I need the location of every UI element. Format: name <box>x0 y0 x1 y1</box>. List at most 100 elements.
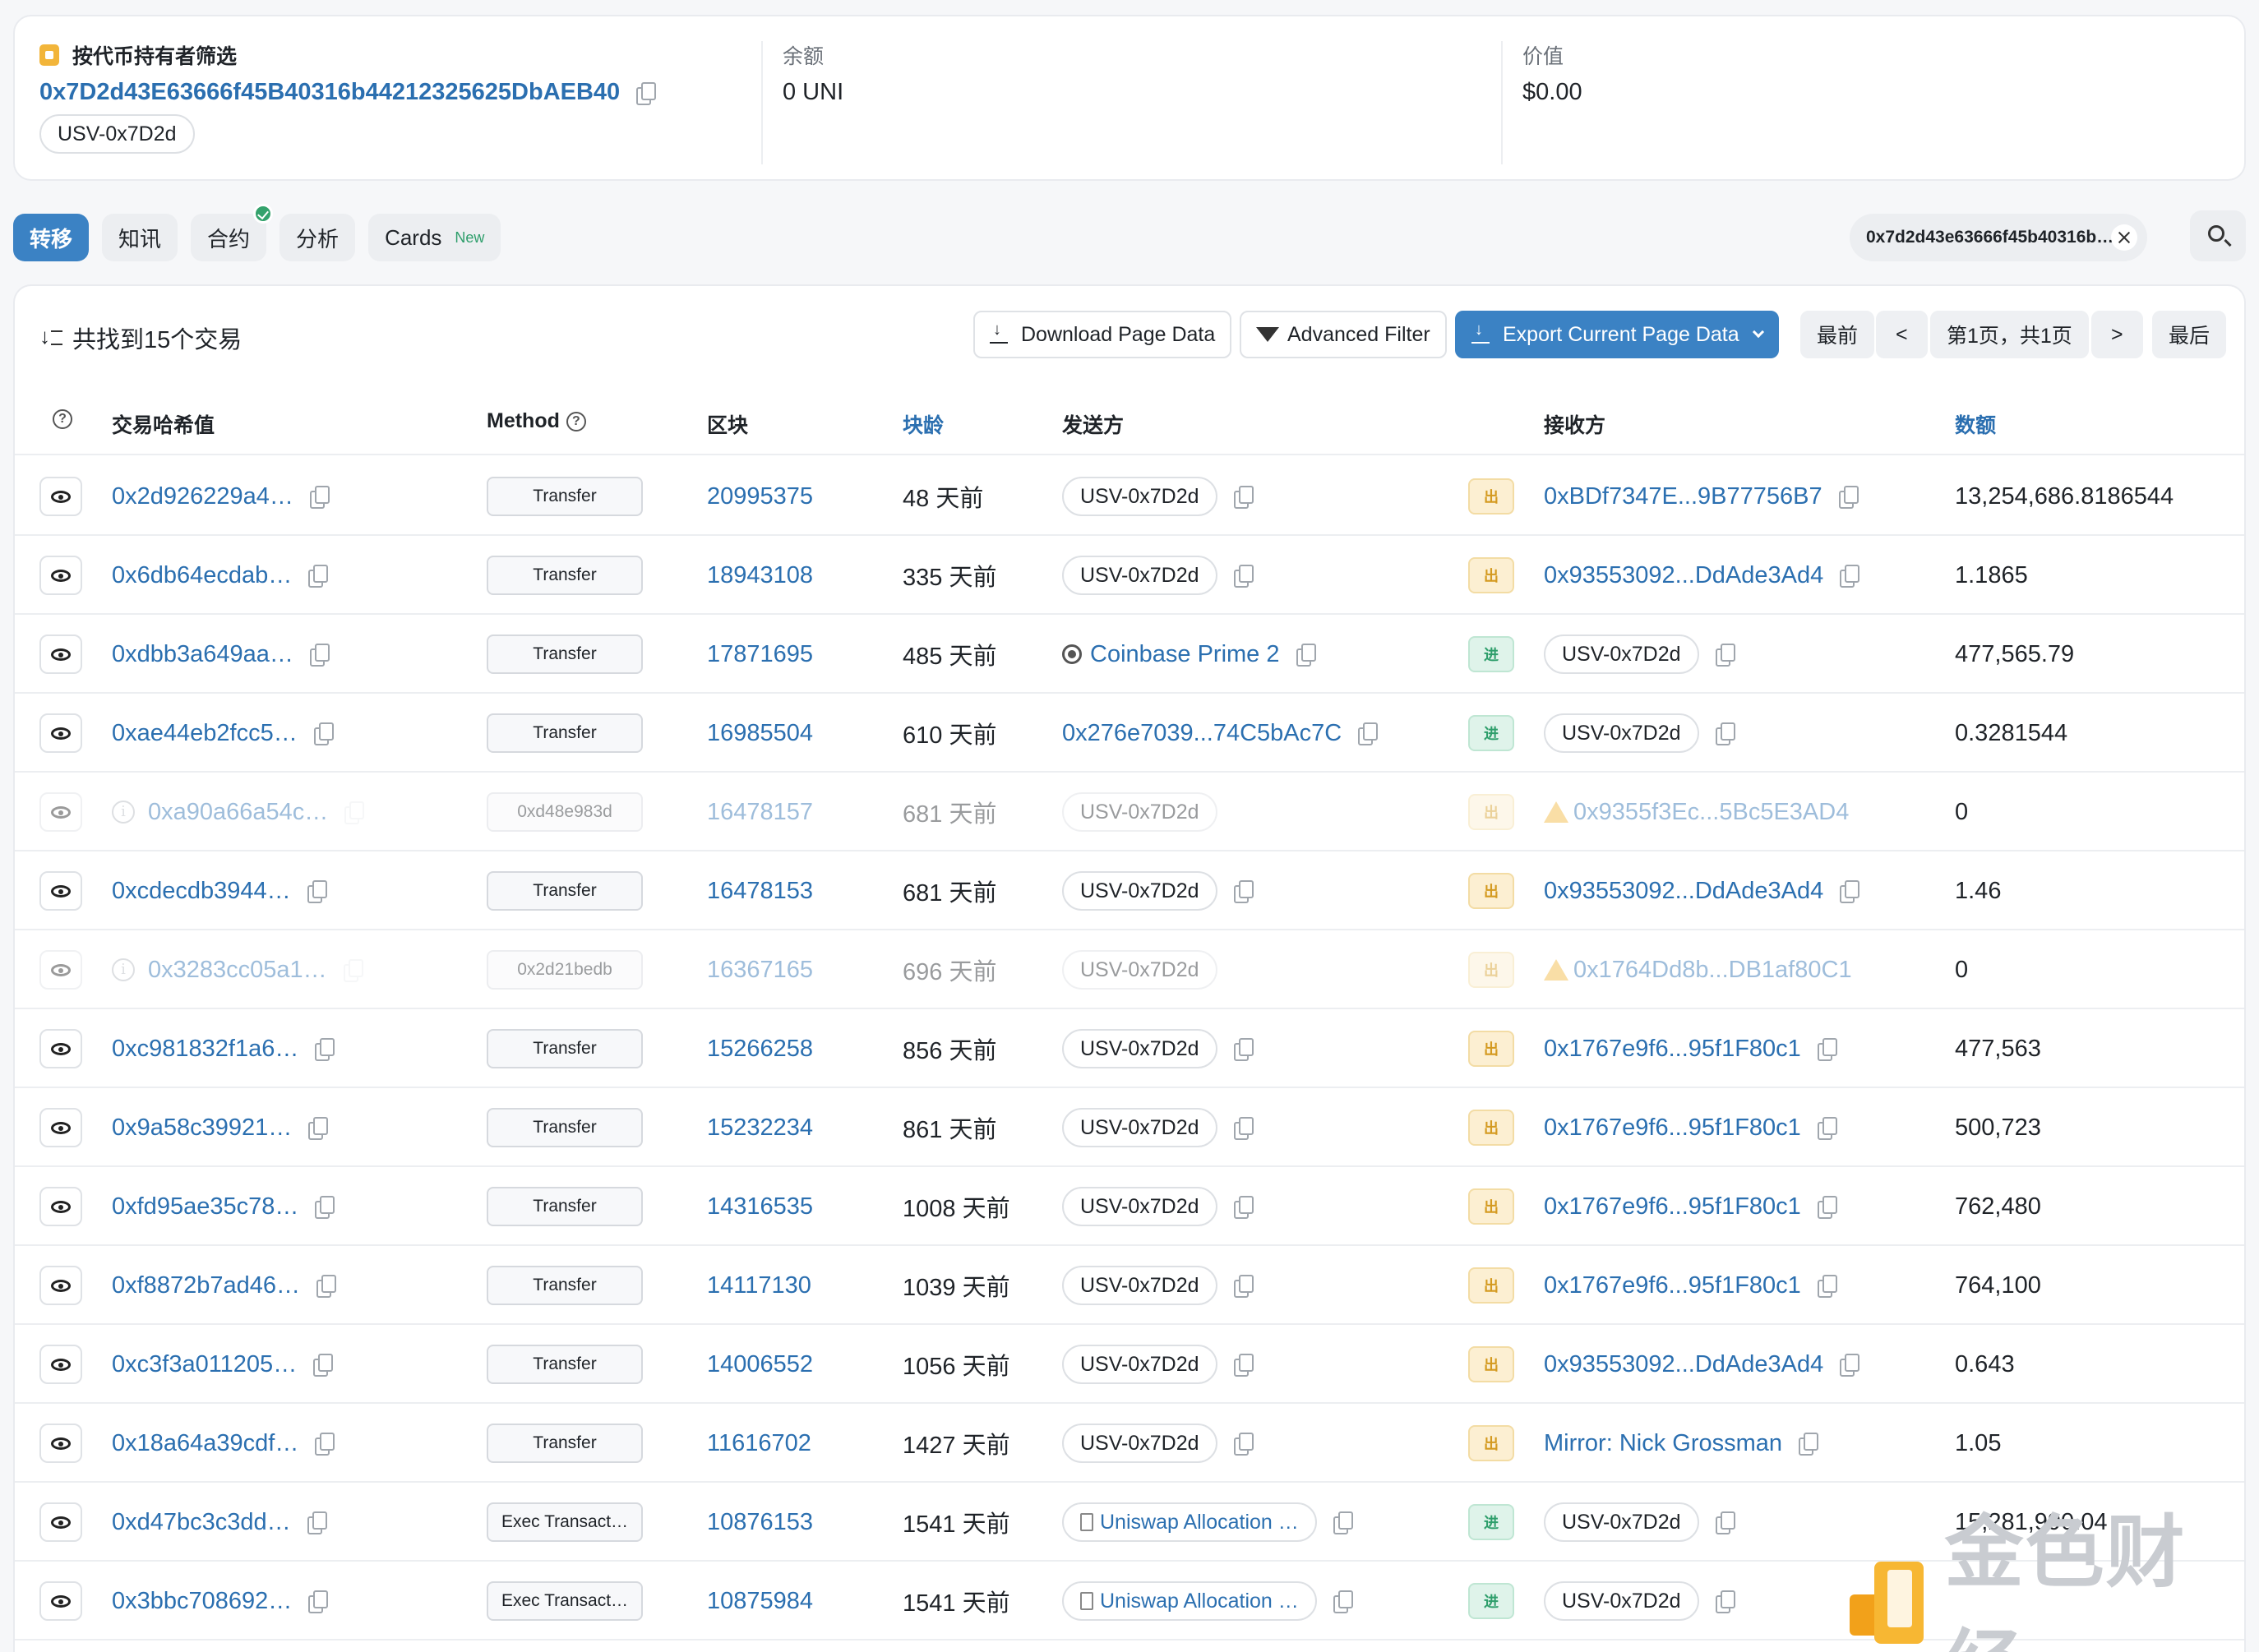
view-details-button[interactable] <box>39 1502 82 1542</box>
block-link[interactable]: 11616702 <box>707 1430 811 1457</box>
from-address-tag[interactable]: USV-0x7D2d <box>1062 792 1217 832</box>
copy-icon[interactable] <box>1817 1196 1837 1219</box>
block-link[interactable]: 16478153 <box>707 878 813 905</box>
copy-icon[interactable] <box>313 722 334 745</box>
from-address-tag[interactable]: USV-0x7D2d <box>1062 556 1217 595</box>
help-icon[interactable]: ? <box>566 411 586 431</box>
copy-icon[interactable] <box>308 565 329 588</box>
info-icon[interactable]: i <box>112 958 135 981</box>
copy-icon[interactable] <box>307 1511 327 1534</box>
next-page-button[interactable]: > <box>2091 311 2143 358</box>
holder-address-text[interactable]: 0x7D2d43E63666f45B40316b44212325625DbAEB… <box>39 79 620 106</box>
download-page-data-button[interactable]: Download Page Data <box>973 311 1232 358</box>
tx-hash-link[interactable]: 0x9a58c39921… <box>112 1114 292 1142</box>
to-address-link[interactable]: 0x1767e9f6...95f1F80c1 <box>1544 1272 1801 1299</box>
copy-icon[interactable] <box>1715 1511 1735 1534</box>
view-details-button[interactable] <box>39 1424 82 1463</box>
copy-icon[interactable] <box>1233 486 1254 509</box>
block-link[interactable]: 15266258 <box>707 1036 813 1063</box>
copy-icon[interactable] <box>1715 1590 1735 1613</box>
to-address-link[interactable]: 0x1767e9f6...95f1F80c1 <box>1544 1036 1801 1063</box>
copy-icon[interactable] <box>1333 1511 1353 1534</box>
copy-icon[interactable] <box>1233 1354 1254 1377</box>
to-address-link[interactable]: Mirror: Nick Grossman <box>1544 1430 1782 1457</box>
tx-hash-link[interactable]: 0x6db64ecdab… <box>112 562 292 589</box>
from-address-link[interactable]: 0x276e7039...74C5bAc7C <box>1062 720 1342 747</box>
from-address-tag[interactable]: USV-0x7D2d <box>1062 1424 1217 1463</box>
block-link[interactable]: 15232234 <box>707 1114 813 1142</box>
tab-cards[interactable]: Cards New <box>368 214 501 261</box>
view-details-button[interactable] <box>39 1266 82 1305</box>
copy-icon[interactable] <box>1358 722 1379 745</box>
tab-info[interactable]: 知讯 <box>102 214 178 261</box>
copy-icon[interactable] <box>1840 1354 1860 1377</box>
tx-hash-link[interactable]: 0x18a64a39cdf… <box>112 1430 298 1457</box>
to-address-warning[interactable]: 0x1764Dd8b...DB1af80C1 <box>1544 957 1852 984</box>
to-address-link[interactable]: 0x93553092...DdAde3Ad4 <box>1544 562 1823 589</box>
tx-hash-link[interactable]: 0x2d926229a4… <box>112 483 293 510</box>
copy-icon[interactable] <box>316 1275 336 1298</box>
view-details-button[interactable] <box>39 477 82 516</box>
from-address-tag[interactable]: USV-0x7D2d <box>1062 1187 1217 1226</box>
address-filter-chip[interactable]: 0x7d2d43e63666f45b40316b… <box>1850 214 2147 261</box>
copy-icon[interactable] <box>1817 1117 1837 1140</box>
copy-icon[interactable] <box>1233 565 1254 588</box>
tx-hash-link[interactable]: 0xf8872b7ad46… <box>112 1272 300 1299</box>
tx-hash-link[interactable]: 0xa90a66a54c… <box>148 799 328 826</box>
to-address-link[interactable]: 0x93553092...DdAde3Ad4 <box>1544 1351 1823 1378</box>
tx-hash-link[interactable]: 0x3bbc708692… <box>112 1588 292 1615</box>
copy-icon[interactable] <box>1817 1275 1837 1298</box>
from-contract-tag[interactable]: Uniswap Allocation … <box>1062 1502 1317 1542</box>
copy-icon[interactable] <box>1715 644 1735 667</box>
from-address-tag[interactable]: USV-0x7D2d <box>1062 1345 1217 1384</box>
col-age[interactable]: 块龄 <box>903 409 944 439</box>
block-link[interactable]: 16985504 <box>707 720 813 747</box>
from-contract-tag[interactable]: Uniswap Allocation … <box>1062 1581 1317 1621</box>
to-address-link[interactable]: 0x1767e9f6...95f1F80c1 <box>1544 1193 1801 1221</box>
to-address-text[interactable]: 0x1764Dd8b...DB1af80C1 <box>1573 957 1852 984</box>
tx-hash-link[interactable]: 0xc981832f1a6… <box>112 1036 298 1063</box>
advanced-filter-button[interactable]: Advanced Filter <box>1240 311 1447 358</box>
to-address-link[interactable]: 0x1767e9f6...95f1F80c1 <box>1544 1114 1801 1142</box>
first-page-button[interactable]: 最前 <box>1800 311 1875 358</box>
tab-analytics[interactable]: 分析 <box>279 214 356 261</box>
block-link[interactable]: 14006552 <box>707 1351 813 1378</box>
close-icon[interactable] <box>2111 224 2137 251</box>
tx-hash-link[interactable]: 0xdbb3a649aa… <box>112 641 293 668</box>
copy-icon[interactable] <box>1233 1117 1254 1140</box>
view-details-button[interactable] <box>39 634 82 674</box>
tx-hash-link[interactable]: 0xcdecdb3944… <box>112 878 291 905</box>
copy-icon[interactable] <box>315 1433 335 1456</box>
to-address-link[interactable]: 0x93553092...DdAde3Ad4 <box>1544 878 1823 905</box>
view-details-button[interactable] <box>39 1108 82 1147</box>
from-address-tag[interactable]: USV-0x7D2d <box>1062 1266 1217 1305</box>
block-link[interactable]: 10875984 <box>707 1588 813 1615</box>
to-address-tag[interactable]: USV-0x7D2d <box>1544 634 1699 674</box>
last-page-button[interactable]: 最后 <box>2152 311 2227 358</box>
info-icon[interactable]: i <box>112 801 135 824</box>
copy-icon[interactable] <box>1333 1590 1353 1613</box>
prev-page-button[interactable]: < <box>1876 311 1928 358</box>
to-address-tag[interactable]: USV-0x7D2d <box>1544 713 1699 753</box>
copy-icon[interactable] <box>636 81 657 105</box>
copy-icon[interactable] <box>309 644 330 667</box>
view-details-button[interactable] <box>39 1029 82 1068</box>
tx-hash-link[interactable]: 0x3283cc05a1… <box>148 957 327 984</box>
copy-icon[interactable] <box>308 1590 329 1613</box>
block-link[interactable]: 14316535 <box>707 1193 813 1221</box>
copy-icon[interactable] <box>1233 1275 1254 1298</box>
copy-icon[interactable] <box>1840 565 1860 588</box>
from-address-tag[interactable]: USV-0x7D2d <box>1062 871 1217 911</box>
col-amount[interactable]: 数额 <box>1955 409 1996 439</box>
from-address-tag[interactable]: USV-0x7D2d <box>1062 1029 1217 1068</box>
copy-icon[interactable] <box>1233 1196 1254 1219</box>
view-details-button[interactable] <box>39 1581 82 1621</box>
to-address-tag[interactable]: USV-0x7D2d <box>1544 1502 1699 1542</box>
copy-icon[interactable] <box>307 880 327 903</box>
block-link[interactable]: 20995375 <box>707 483 813 510</box>
tx-hash-link[interactable]: 0xfd95ae35c78… <box>112 1193 298 1221</box>
copy-icon[interactable] <box>1817 1038 1837 1061</box>
sort-icon[interactable] <box>39 324 64 349</box>
tab-transfers[interactable]: 转移 <box>13 214 90 261</box>
to-address-link[interactable]: 0xBDf7347E...9B77756B7 <box>1544 483 1822 510</box>
